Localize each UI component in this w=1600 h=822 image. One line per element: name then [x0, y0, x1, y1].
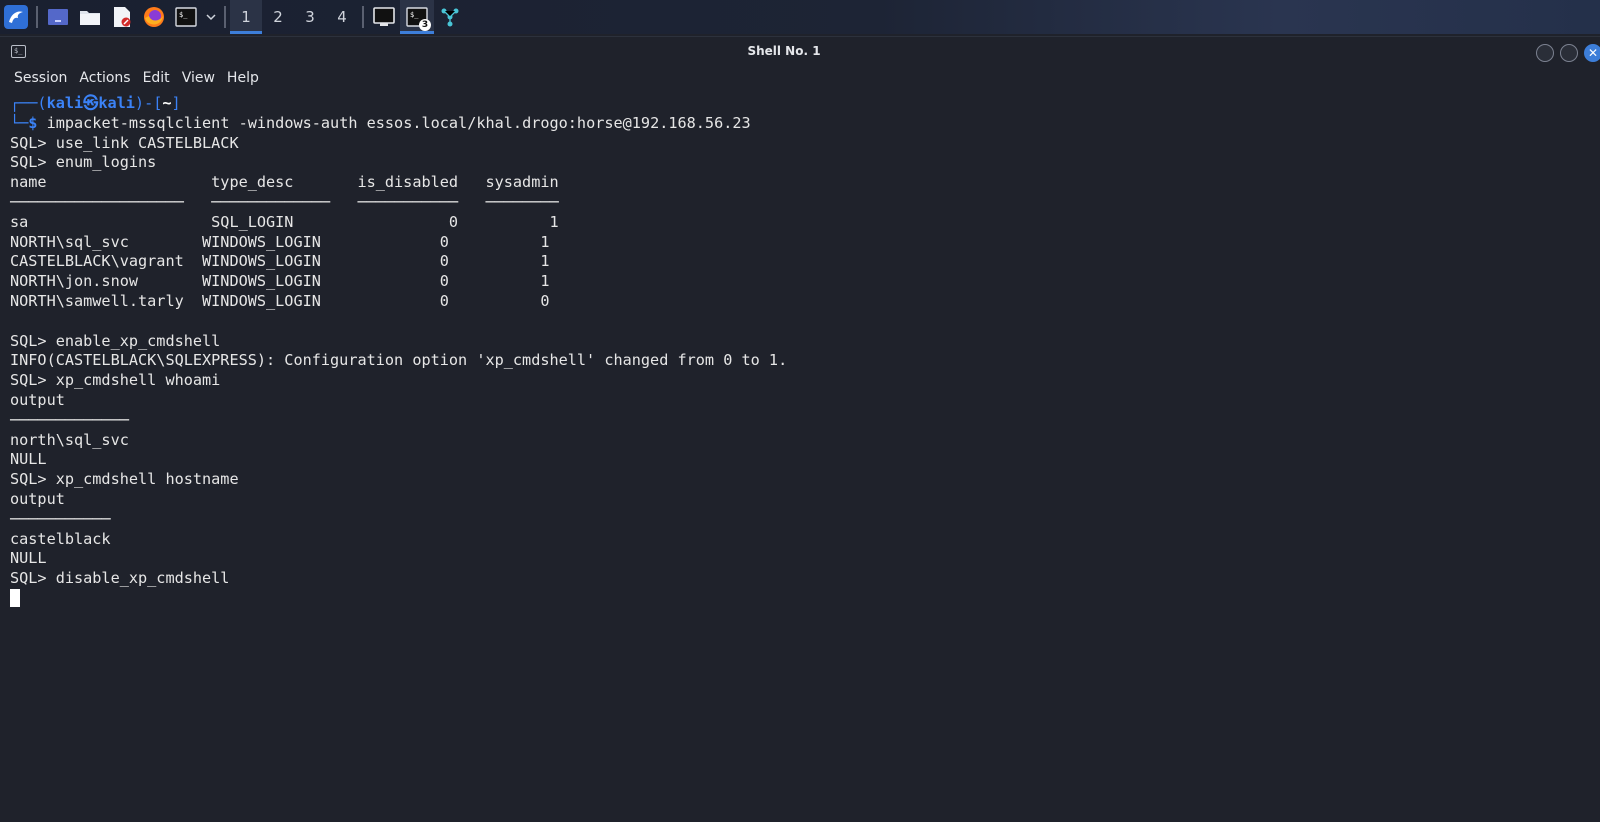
close-icon: ✕ [1587, 46, 1599, 60]
terminal-line: castelblack [10, 529, 111, 548]
workspace-3[interactable]: 3 [294, 0, 326, 34]
file-manager-icon[interactable] [74, 0, 106, 34]
menu-bar: Session Actions Edit View Help [0, 66, 1600, 90]
terminal-line: NORTH\sql_svc WINDOWS_LOGIN 0 1 [10, 232, 550, 251]
network-graph-icon[interactable] [434, 0, 466, 34]
prompt-close: ] [171, 94, 181, 112]
window-title: Shell No. 1 [747, 44, 821, 58]
workspace-2[interactable]: 2 [262, 0, 294, 34]
minimize-button[interactable] [1536, 44, 1554, 62]
terminal-line: output [10, 390, 65, 409]
menu-actions[interactable]: Actions [73, 70, 136, 86]
command-text: impacket-mssqlclient -windows-auth essos… [46, 113, 751, 132]
terminal-line: ─────────────────── ───────────── ──────… [10, 192, 559, 211]
prompt-open: ┌──( [10, 94, 47, 112]
terminal-line: SQL> enable_xp_cmdshell [10, 331, 221, 350]
menu-edit[interactable]: Edit [137, 70, 176, 86]
terminal-line: output [10, 489, 65, 508]
terminal-task-button[interactable]: $_ 3 [400, 0, 434, 34]
menu-help[interactable]: Help [221, 70, 265, 86]
terminal-output[interactable]: ┌──(kali㉿kali)-[~] └─$ impacket-mssqlcli… [0, 94, 1600, 822]
terminal-line: ───────────── [10, 410, 129, 429]
svg-text:$_: $_ [179, 11, 188, 19]
workspace-label: 4 [337, 8, 347, 26]
prompt-line-top: ┌──(kali㉿kali)-[~] [10, 94, 1600, 114]
workspace-label: 2 [273, 8, 283, 26]
close-button[interactable]: ✕ [1584, 44, 1600, 62]
prompt-user: kali㉿kali [46, 94, 135, 112]
window-titlebar[interactable]: $_ Shell No. 1 ✕ [0, 36, 1600, 66]
menu-view[interactable]: View [176, 70, 221, 86]
maximize-button[interactable] [1560, 44, 1578, 62]
prompt-line-command: └─$ impacket-mssqlclient -windows-auth e… [10, 114, 1600, 134]
workspace-label: 1 [241, 8, 251, 26]
terminal-icon[interactable]: $_ [170, 0, 202, 34]
workspace-label: 3 [305, 8, 315, 26]
terminal-line: NORTH\jon.snow WINDOWS_LOGIN 0 1 [10, 272, 550, 291]
terminal-line: SQL> xp_cmdshell hostname [10, 470, 239, 489]
taskbar: $_ 1 2 3 4 $_ 3 [0, 0, 1600, 34]
terminal-line: SQL> enum_logins [10, 153, 157, 172]
workspace-1[interactable]: 1 [230, 0, 262, 34]
terminal-line: name type_desc is_disabled sysadmin [10, 173, 559, 192]
text-cursor [10, 589, 20, 608]
window-icon[interactable] [368, 0, 400, 34]
taskbar-separator [362, 6, 364, 28]
terminal-line: SQL> use_link CASTELBLACK [10, 133, 239, 152]
taskbar-separator [36, 6, 38, 28]
prompt-mid: )-[ [134, 94, 163, 112]
terminal-line: SQL> disable_xp_cmdshell [10, 569, 230, 588]
workspace-4[interactable]: 4 [326, 0, 358, 34]
terminal-line: sa SQL_LOGIN 0 1 [10, 212, 559, 231]
desktop-icon[interactable] [42, 0, 74, 34]
terminal-line: ─────────── [10, 509, 111, 528]
terminal-line: CASTELBLACK\vagrant WINDOWS_LOGIN 0 1 [10, 252, 550, 271]
svg-text:$_: $_ [410, 11, 419, 19]
terminal-line: INFO(CASTELBLACK\SQLEXPRESS): Configurat… [10, 351, 788, 370]
firefox-icon[interactable] [138, 0, 170, 34]
terminal-line: NORTH\samwell.tarly WINDOWS_LOGIN 0 0 [10, 291, 550, 310]
taskbar-separator [224, 6, 226, 28]
terminal-line: NULL [10, 450, 47, 469]
terminal-line: NULL [10, 549, 47, 568]
window-count-badge: 3 [419, 19, 431, 31]
kali-dragon-icon[interactable] [0, 0, 32, 34]
chevron-down-icon[interactable] [202, 0, 220, 34]
terminal-line: SQL> xp_cmdshell whoami [10, 371, 221, 390]
terminal-lines: SQL> use_link CASTELBLACK SQL> enum_login… [10, 134, 1600, 589]
prompt-dir: ~ [162, 94, 172, 112]
text-editor-icon[interactable] [106, 0, 138, 34]
terminal-line: north\sql_svc [10, 430, 129, 449]
prompt-symbol: └─$ [10, 113, 38, 132]
cursor-line [10, 589, 1600, 609]
menu-session[interactable]: Session [8, 70, 73, 86]
